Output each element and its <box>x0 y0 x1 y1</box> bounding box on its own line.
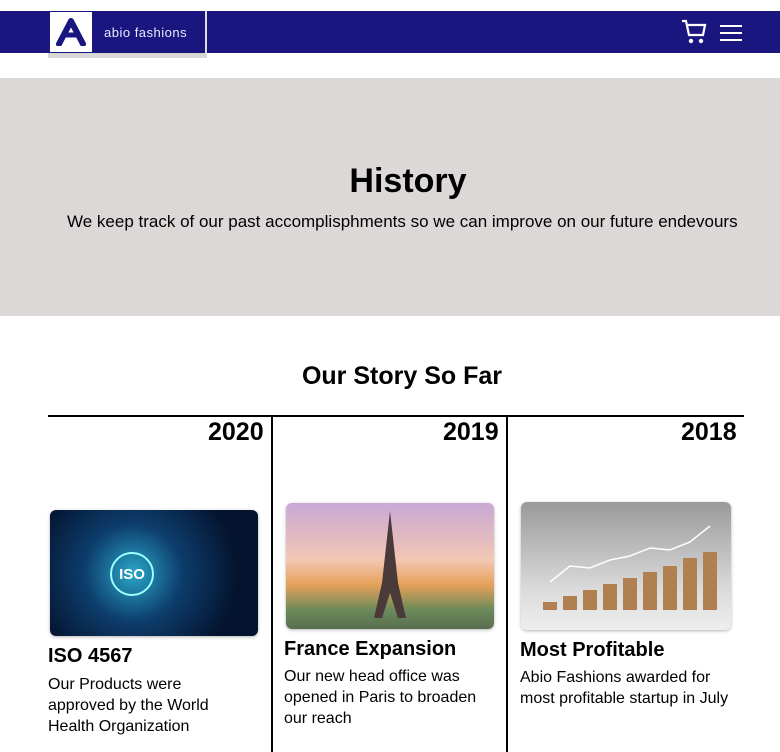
milestone-title: ISO 4567 <box>48 645 133 667</box>
cart-icon[interactable] <box>680 18 708 51</box>
milestone-description: Our new head office was opened in Paris … <box>284 668 477 727</box>
milestone-title: France Expansion <box>284 638 457 660</box>
section-title: Our Story So Far <box>301 362 503 390</box>
iso-image: ISO <box>50 510 258 636</box>
paris-image <box>286 503 494 629</box>
coins-chart-image <box>521 502 731 630</box>
timeline-divider <box>271 415 273 752</box>
brand-name: abio fashions <box>104 24 188 40</box>
timeline-divider <box>506 415 508 752</box>
milestone-title: Most Profitable <box>520 639 665 661</box>
milestone-description: Our Products were approved by the World … <box>48 676 209 735</box>
timeline-year: 2020 <box>208 418 264 446</box>
logo-mark <box>50 12 92 52</box>
timeline-divider <box>48 415 744 417</box>
brand-logo[interactable]: abio fashions <box>48 11 207 58</box>
timeline-year: 2019 <box>443 418 499 446</box>
hamburger-menu-icon[interactable] <box>720 25 742 46</box>
hero-subtitle: We keep track of our past accomplisphmen… <box>67 212 738 231</box>
milestone-description: Abio Fashions awarded for most profitabl… <box>520 669 729 707</box>
timeline-year: 2018 <box>681 418 737 446</box>
page-title: History <box>349 162 467 200</box>
iso-badge: ISO <box>110 552 154 596</box>
hero-banner: History We keep track of our past accomp… <box>0 78 780 316</box>
